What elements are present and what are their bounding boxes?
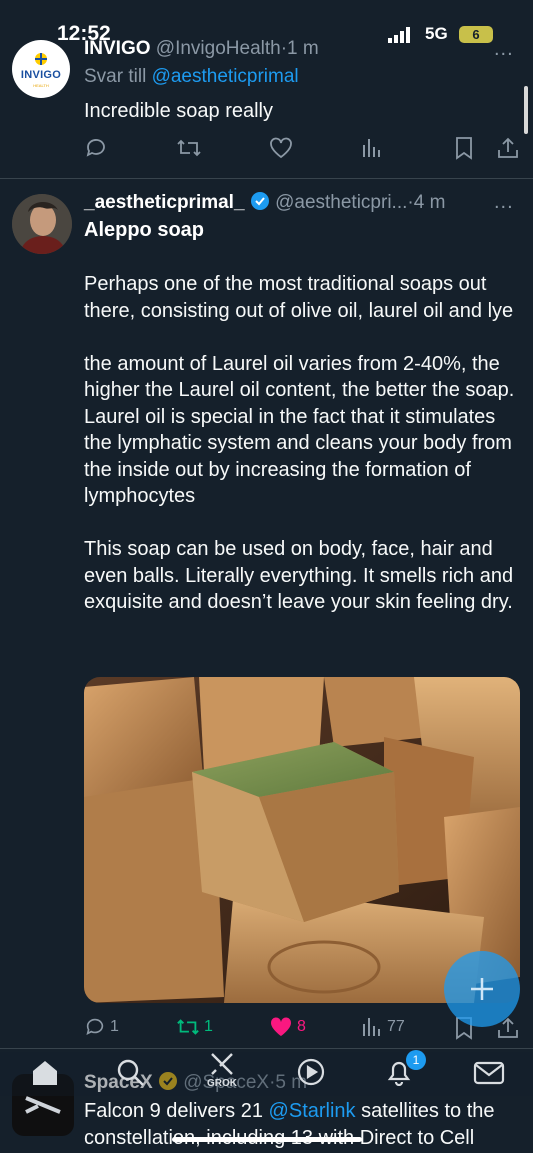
author-handle[interactable]: @InvigoHealth [156, 38, 281, 59]
replying-to: Svar till @aestheticprimal [84, 66, 299, 88]
search-icon[interactable] [116, 1058, 146, 1088]
tweet-paragraph: Perhaps one of the most traditional soap… [84, 273, 514, 322]
divider [0, 1048, 533, 1049]
reply-icon [84, 1016, 106, 1038]
reply-icon[interactable] [84, 136, 108, 160]
reply-tweet-text: Incredible soap really [84, 100, 273, 122]
repost-button[interactable]: 1 [176, 1016, 213, 1038]
author-name[interactable]: _aestheticprimal_ [84, 192, 245, 213]
reply-button[interactable]: 1 [84, 1016, 119, 1038]
main-tweet-header: _aestheticprimal_ @aestheticpri...·4 m [84, 191, 445, 214]
more-options-button[interactable]: ... [494, 38, 514, 61]
repost-count: 1 [204, 1018, 213, 1035]
compose-button[interactable] [444, 951, 520, 1027]
starlink-mention-link[interactable]: @Starlink [269, 1100, 356, 1122]
messages-envelope-icon[interactable] [473, 1060, 505, 1086]
tweet-text-part: Falcon 9 delivers 21 [84, 1100, 269, 1122]
author-name[interactable]: INVIGO [84, 38, 151, 59]
like-icon[interactable] [269, 137, 293, 159]
views-icon [361, 1016, 383, 1038]
tweet-time: 1 m [287, 38, 319, 59]
video-play-icon[interactable] [296, 1057, 326, 1087]
bottom-nav [0, 1052, 533, 1096]
views-button[interactable]: 77 [361, 1016, 405, 1038]
reply-count: 1 [110, 1018, 119, 1035]
bookmark-icon[interactable] [454, 136, 474, 160]
invigo-avatar[interactable]: INVIGO HEALTH [12, 40, 70, 98]
like-button[interactable]: 8 [269, 1016, 306, 1038]
aestheticprimal-avatar[interactable] [12, 194, 72, 254]
like-count: 8 [297, 1018, 306, 1035]
share-icon[interactable] [497, 136, 519, 160]
tweet-body: Perhaps one of the most traditional soap… [84, 271, 519, 642]
reply-tweet-header: INVIGO @InvigoHealth·1 m [84, 38, 319, 60]
scrollbar-thumb[interactable] [524, 86, 528, 134]
more-options-button[interactable]: ... [494, 191, 514, 214]
reply-prefix: Svar till [84, 66, 147, 87]
home-icon[interactable] [30, 1058, 60, 1086]
network-label: 5G [425, 24, 448, 43]
grok-icon[interactable] [206, 1050, 238, 1078]
reply-mention-link[interactable]: @aestheticprimal [152, 66, 299, 87]
grok-label: GROK [207, 1078, 237, 1089]
heart-filled-icon [269, 1016, 293, 1038]
divider [0, 178, 533, 179]
tweet-title: Aleppo soap [84, 219, 205, 241]
next-tweet-text: Falcon 9 delivers 21 @Starlink satellite… [84, 1098, 524, 1152]
logo-cross-icon [35, 53, 47, 65]
tweet-time: 4 m [413, 192, 446, 213]
author-handle[interactable]: @aestheticpri... [275, 192, 407, 213]
views-icon[interactable] [361, 137, 383, 159]
verified-badge-icon [250, 191, 270, 211]
tweet-paragraph: the amount of Laurel oil varies from 2-4… [84, 352, 515, 508]
avatar-brand: INVIGO [20, 69, 62, 81]
views-count: 77 [387, 1018, 405, 1035]
repost-icon[interactable] [176, 137, 202, 159]
signal-icon [388, 27, 416, 43]
notification-badge: 1 [406, 1050, 426, 1070]
tweet-paragraph: This soap can be used on body, face, hai… [84, 538, 514, 613]
repost-icon [176, 1016, 200, 1038]
home-indicator[interactable] [172, 1137, 362, 1142]
battery-indicator: 6 [459, 26, 493, 43]
plus-icon [471, 978, 493, 1000]
avatar-sub: HEALTH [33, 83, 49, 88]
